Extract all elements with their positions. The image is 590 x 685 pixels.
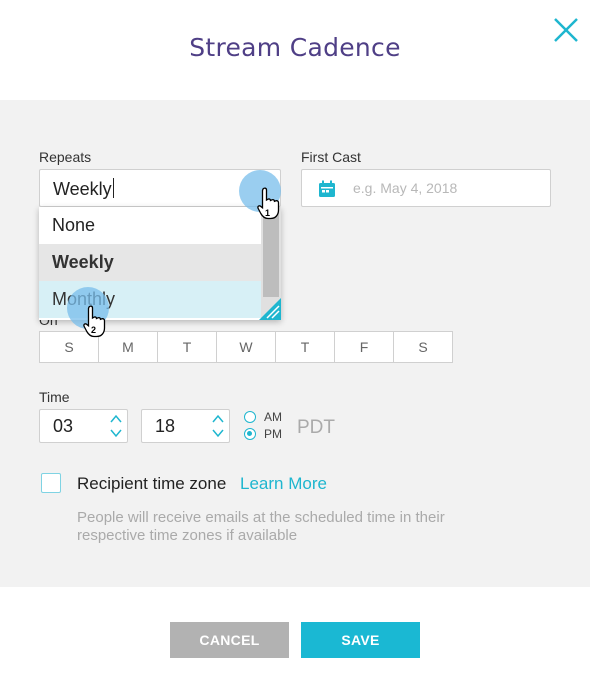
close-icon bbox=[554, 18, 578, 42]
option-weekly[interactable]: Weekly bbox=[39, 244, 261, 281]
dialog-header: Stream Cadence bbox=[0, 0, 590, 100]
save-button[interactable]: SAVE bbox=[301, 622, 420, 658]
close-button[interactable] bbox=[552, 16, 580, 44]
day-friday[interactable]: F bbox=[335, 332, 394, 362]
hour-stepper[interactable]: 03 bbox=[39, 409, 128, 443]
timezone-help-text: People will receive emails at the schedu… bbox=[77, 509, 445, 544]
repeats-value: Weekly bbox=[53, 178, 114, 199]
first-cast-label: First Cast bbox=[301, 149, 361, 165]
chevron-up-icon[interactable] bbox=[108, 412, 124, 426]
time-label: Time bbox=[39, 389, 70, 405]
day-saturday[interactable]: S bbox=[394, 332, 452, 362]
day-wednesday[interactable]: W bbox=[217, 332, 276, 362]
step-badge-2: 2 bbox=[91, 325, 97, 335]
resize-grip-icon[interactable] bbox=[259, 298, 281, 320]
recipient-timezone-checkbox[interactable] bbox=[41, 473, 61, 493]
minute-value: 18 bbox=[155, 416, 176, 436]
step-badge-1: 1 bbox=[265, 208, 271, 218]
option-none[interactable]: None bbox=[39, 207, 261, 244]
first-cast-input[interactable]: e.g. May 4, 2018 bbox=[301, 169, 551, 207]
day-monday[interactable]: M bbox=[99, 332, 158, 362]
chevron-down-icon[interactable] bbox=[108, 426, 124, 440]
recipient-timezone-label: Recipient time zone bbox=[77, 474, 227, 493]
am-radio[interactable] bbox=[244, 411, 256, 423]
minute-stepper[interactable]: 18 bbox=[141, 409, 230, 443]
chevron-down-icon[interactable] bbox=[210, 426, 226, 440]
day-tuesday[interactable]: T bbox=[158, 332, 217, 362]
first-cast-placeholder: e.g. May 4, 2018 bbox=[353, 180, 458, 196]
day-thursday[interactable]: T bbox=[276, 332, 335, 362]
am-label: AM bbox=[264, 410, 282, 424]
timezone-label: PDT bbox=[297, 417, 335, 438]
learn-more-link[interactable]: Learn More bbox=[240, 474, 327, 494]
pm-radio[interactable] bbox=[244, 428, 256, 440]
hour-value: 03 bbox=[53, 416, 74, 436]
calendar-icon bbox=[319, 180, 335, 197]
cancel-button[interactable]: CANCEL bbox=[170, 622, 289, 658]
chevron-up-icon[interactable] bbox=[210, 412, 226, 426]
pm-label: PM bbox=[264, 427, 282, 441]
repeats-label: Repeats bbox=[39, 149, 92, 165]
dialog-title: Stream Cadence bbox=[189, 33, 401, 62]
